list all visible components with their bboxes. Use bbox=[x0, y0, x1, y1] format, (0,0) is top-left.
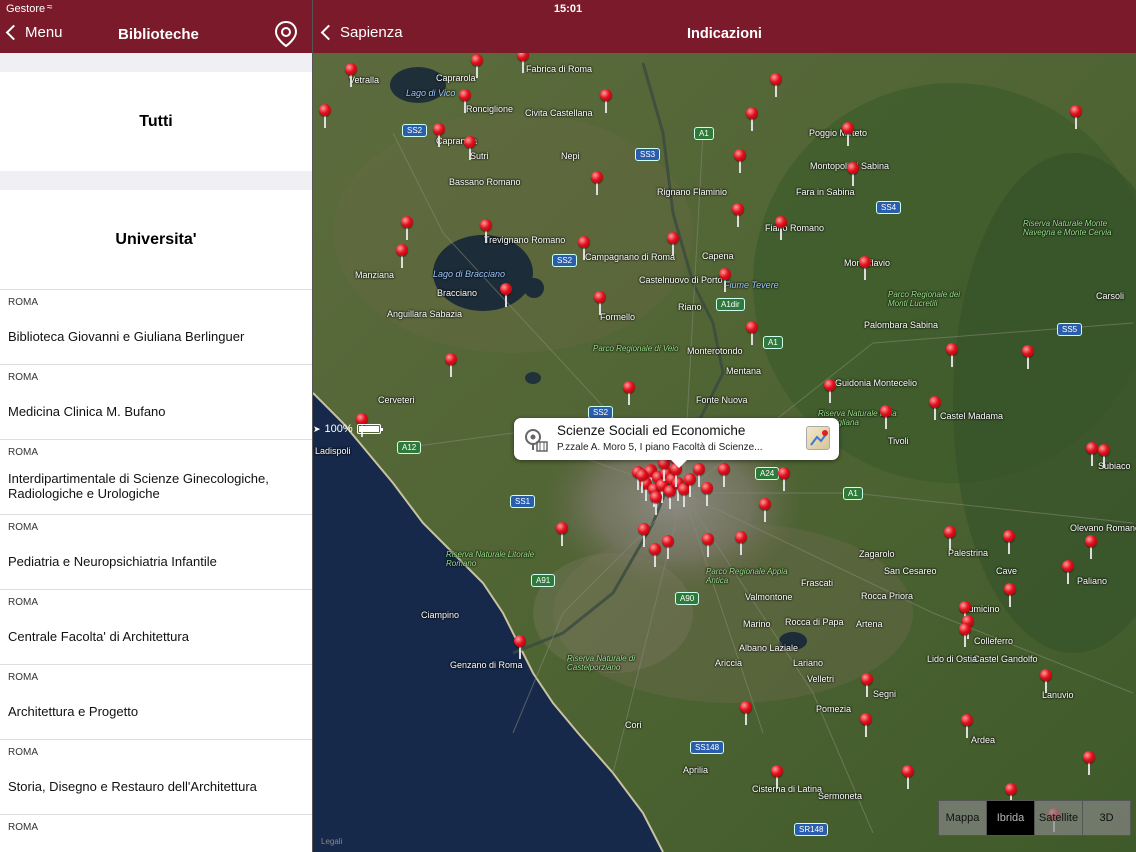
library-name: Centrale Facolta' di Architettura bbox=[8, 628, 189, 644]
library-list-item[interactable]: ROMA Pediatria e Neuropsichiatria Infanti… bbox=[0, 514, 312, 589]
library-city: ROMA bbox=[8, 447, 38, 458]
left-nav-title: Biblioteche bbox=[118, 26, 199, 43]
library-list-item[interactable]: ROMA Interdipartimentale di Scienze Ginec… bbox=[0, 439, 312, 514]
library-city: ROMA bbox=[8, 297, 38, 308]
library-city: ROMA bbox=[8, 522, 38, 533]
status-bar: Gestore ≈ 15:01 ➤ 100% bbox=[0, 0, 1136, 435]
menu-back-button[interactable]: Menu bbox=[4, 24, 63, 41]
library-name: Pediatria e Neuropsichiatria Infantile bbox=[8, 553, 217, 569]
library-name: Storia, Disegno e Restauro dell'Architet… bbox=[8, 778, 257, 794]
all-filter-row[interactable]: Tutti bbox=[0, 72, 312, 171]
library-list-item[interactable]: ROMA Storia, Disegno e Restauro dell'Arch… bbox=[0, 739, 312, 814]
battery-icon bbox=[356, 424, 383, 434]
library-list-item[interactable]: ROMA bbox=[0, 814, 312, 852]
library-city: ROMA bbox=[8, 747, 38, 758]
library-list-item[interactable]: ROMA Centrale Facolta' di Architettura bbox=[0, 589, 312, 664]
library-list-item[interactable]: ROMA Biblioteca Giovanni e Giuliana Berli… bbox=[0, 289, 312, 364]
library-city: ROMA bbox=[8, 672, 38, 683]
library-list-item[interactable]: ROMA Medicina Clinica M. Bufano bbox=[0, 364, 312, 439]
menu-back-label: Menu bbox=[25, 24, 63, 41]
library-city: ROMA bbox=[8, 372, 38, 383]
library-name: Medicina Clinica M. Bufano bbox=[8, 403, 166, 419]
location-arrow-icon: ➤ bbox=[313, 423, 321, 434]
library-name: Architettura e Progetto bbox=[8, 703, 139, 719]
library-city: ROMA bbox=[8, 822, 38, 833]
section-separator bbox=[0, 53, 312, 72]
library-name bbox=[8, 845, 298, 852]
library-city: ROMA bbox=[8, 597, 38, 608]
library-list-item[interactable]: ROMA Architettura e Progetto bbox=[0, 664, 312, 739]
section-separator bbox=[0, 171, 312, 190]
map-pin-icon bbox=[274, 20, 298, 48]
university-section-header[interactable]: Universita' bbox=[0, 190, 312, 289]
chevron-left-icon bbox=[5, 24, 22, 41]
library-list-pane: Menu Biblioteche Tutti Universita' ROMA B… bbox=[0, 0, 312, 852]
library-list[interactable]: Tutti Universita' ROMA Biblioteca Giovann… bbox=[0, 53, 312, 852]
map-pin-button[interactable] bbox=[273, 20, 299, 48]
library-name: Interdipartimentale di Scienze Ginecolog… bbox=[8, 471, 269, 501]
library-name: Biblioteca Giovanni e Giuliana Berlingue… bbox=[8, 328, 245, 344]
battery-percent: 100% bbox=[324, 423, 353, 435]
